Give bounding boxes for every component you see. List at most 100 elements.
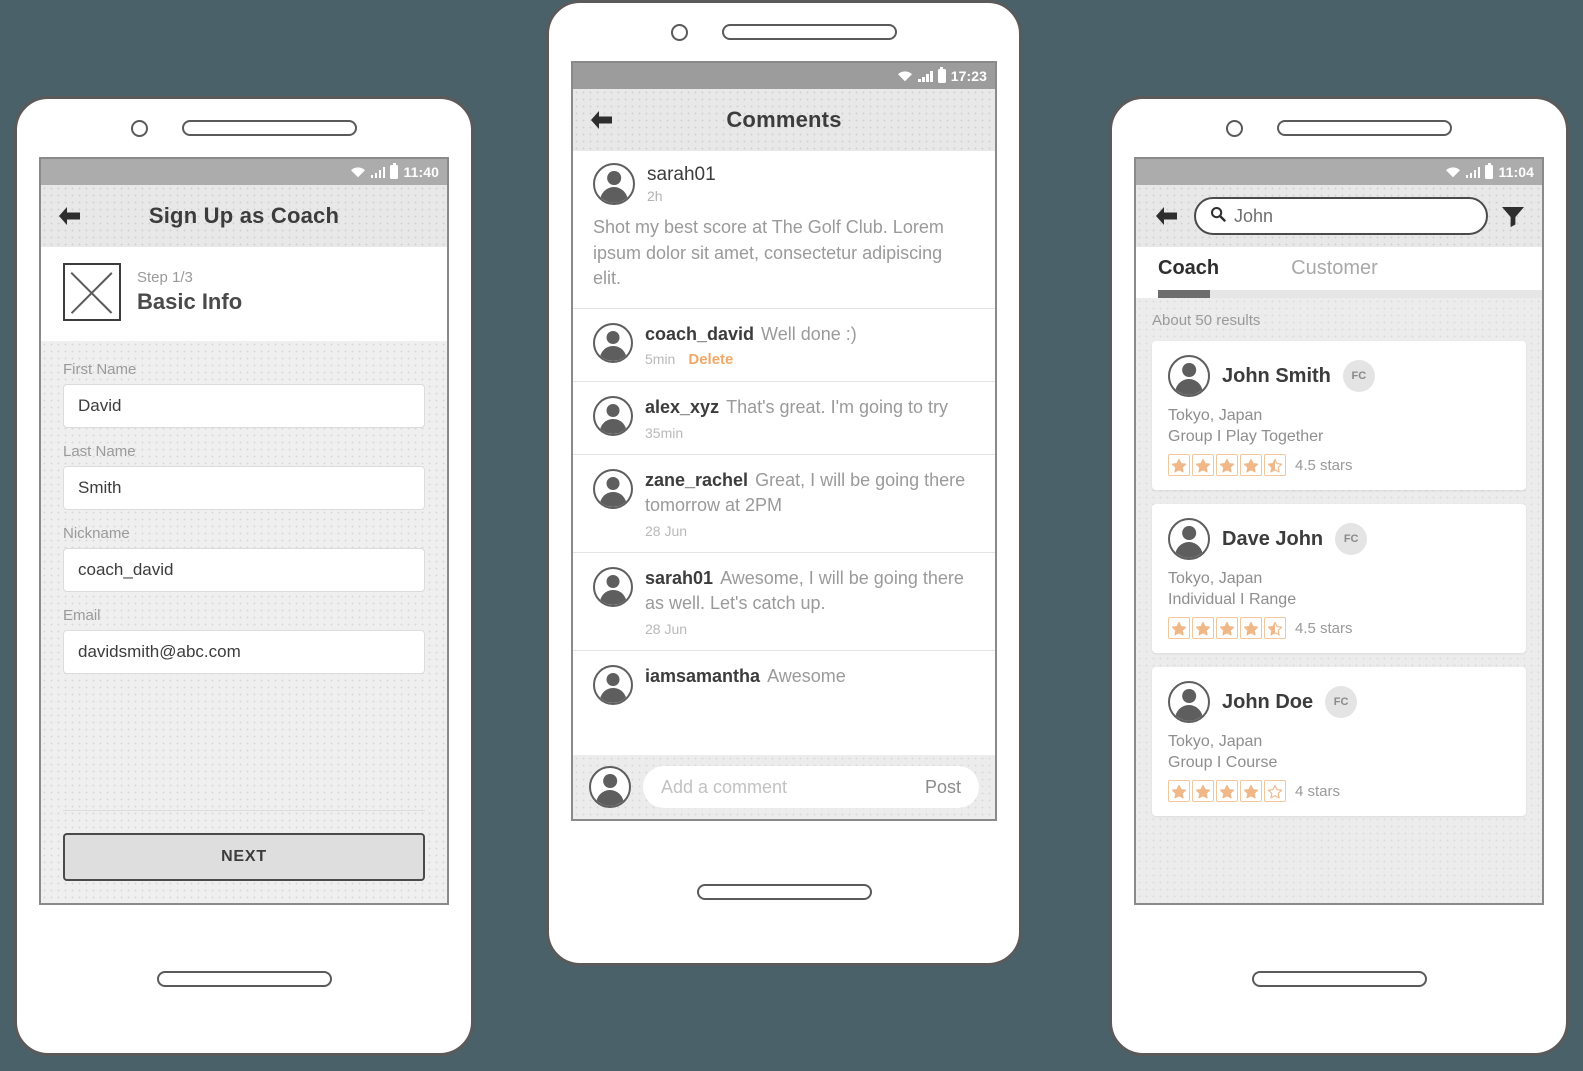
signal-bars-icon [918, 70, 933, 82]
avatar-icon [593, 664, 633, 705]
speaker-slot [182, 120, 357, 136]
avatar-icon [593, 566, 633, 607]
back-arrow-icon[interactable] [1152, 203, 1182, 229]
phone-signup: 11:40 Sign Up as Coach Step 1/3 Basic In… [14, 96, 474, 1056]
email-input[interactable] [63, 630, 425, 674]
camera-icon [131, 119, 148, 137]
delete-link[interactable]: Delete [688, 351, 733, 368]
comment-username[interactable]: alex_xyz [645, 397, 719, 417]
comment-username[interactable]: zane_rachel [645, 470, 748, 490]
star-icon[interactable] [1192, 454, 1214, 476]
comments-list[interactable]: sarah01 2h Shot my best score at The Gol… [573, 151, 995, 819]
step-header: Step 1/3 Basic Info [41, 247, 447, 341]
star-icon[interactable] [1192, 617, 1214, 639]
back-arrow-icon[interactable] [55, 203, 85, 229]
search-bar[interactable] [1194, 197, 1488, 235]
tabs-row: Coach Customer [1158, 257, 1520, 290]
result-detail: Group I Play Together [1168, 428, 1324, 445]
status-bar: 17:23 [573, 63, 995, 89]
comment-username[interactable]: sarah01 [645, 568, 713, 588]
result-rating: 4 stars [1168, 780, 1510, 802]
page-title: Comments [726, 107, 842, 132]
comment-row[interactable]: coach_david Well done :) 5min Delete [573, 307, 995, 382]
last-name-input[interactable] [63, 466, 425, 510]
comment-row[interactable]: zane_rachel Great, I will be going there … [573, 453, 995, 552]
comment-username[interactable]: coach_david [645, 324, 754, 344]
comment-username[interactable]: iamsamantha [645, 666, 760, 686]
first-name-input[interactable] [63, 384, 425, 428]
results-count: About 50 results [1152, 312, 1261, 329]
nickname-input[interactable] [63, 548, 425, 592]
result-card[interactable]: Dave John FC Tokyo, Japan Individual I R… [1152, 504, 1526, 653]
search-input[interactable] [1234, 205, 1472, 227]
star-rating[interactable] [1168, 780, 1286, 802]
comment-row[interactable]: sarah01 Awesome, I will be going there as… [573, 551, 995, 650]
appbar-comments: Comments [573, 89, 995, 151]
star-icon[interactable] [1216, 780, 1238, 802]
tab-scroll-track[interactable] [1158, 290, 1542, 298]
wifi-icon [897, 70, 913, 82]
comment-meta: 28 Jun [645, 621, 975, 637]
comment-body: iamsamantha Awesome [645, 664, 975, 705]
avatar-icon [1168, 518, 1210, 560]
avatar-icon [593, 468, 633, 509]
result-location: Tokyo, Japan [1168, 570, 1263, 587]
star-icon[interactable] [1264, 617, 1286, 639]
tab-coach[interactable]: Coach [1158, 257, 1219, 290]
comment-timestamp: 5min [645, 351, 676, 368]
star-icon[interactable] [1216, 617, 1238, 639]
step-title: Basic Info [137, 289, 243, 314]
camera-icon [671, 23, 688, 41]
avatar-icon [593, 322, 633, 363]
star-icon[interactable] [1240, 780, 1262, 802]
post-username[interactable]: sarah01 [647, 164, 716, 186]
result-rating: 4.5 stars [1168, 454, 1510, 476]
home-indicator[interactable] [696, 884, 872, 900]
phone-top-bezel [1112, 99, 1566, 157]
rating-text: 4.5 stars [1295, 456, 1353, 474]
phone-bottom-bezel [17, 905, 471, 1053]
star-icon[interactable] [1216, 454, 1238, 476]
status-time: 17:23 [950, 68, 987, 84]
post-body: Shot my best score at The Golf Club. Lor… [593, 217, 944, 289]
comment-text: Awesome [767, 665, 846, 686]
search-results-list[interactable]: About 50 results John Smith FC Tokyo, Ja… [1136, 298, 1542, 903]
comment-body: sarah01 Awesome, I will be going there as… [645, 566, 975, 637]
back-arrow-icon[interactable] [587, 107, 617, 133]
comment-row[interactable]: alex_xyz That's great. I'm going to try 3… [573, 381, 995, 454]
star-icon[interactable] [1264, 454, 1286, 476]
wifi-icon [1445, 166, 1461, 178]
result-card[interactable]: John Smith FC Tokyo, Japan Group I Play … [1152, 341, 1526, 490]
result-rating: 4.5 stars [1168, 617, 1510, 639]
star-icon[interactable] [1192, 780, 1214, 802]
star-icon[interactable] [1168, 780, 1190, 802]
avatar-icon [593, 396, 633, 437]
post-button[interactable]: Post [915, 777, 961, 798]
tab-customer[interactable]: Customer [1291, 257, 1378, 290]
comment-text-line: iamsamantha Awesome [645, 664, 975, 690]
star-icon[interactable] [1168, 454, 1190, 476]
star-icon[interactable] [1240, 454, 1262, 476]
comment-meta: 28 Jun [645, 523, 975, 539]
star-icon[interactable] [1240, 617, 1262, 639]
battery-icon [390, 163, 399, 179]
field-last-name: Last Name [63, 443, 425, 510]
home-indicator[interactable] [156, 971, 332, 987]
signal-bars-icon [370, 166, 386, 178]
tab-scroll-thumb[interactable] [1158, 290, 1210, 298]
screen-comments: 17:23 Comments sarah01 2h Shot my best s… [571, 61, 997, 821]
camera-icon [1226, 119, 1243, 137]
phone-top-bezel [17, 99, 471, 157]
result-card[interactable]: John Doe FC Tokyo, Japan Group I Course … [1152, 667, 1526, 816]
add-comment-input[interactable] [661, 776, 915, 798]
comment-row[interactable]: iamsamantha Awesome [573, 649, 995, 718]
home-indicator[interactable] [1251, 971, 1427, 987]
star-icon[interactable] [1264, 780, 1286, 802]
filter-funnel-icon[interactable] [1500, 204, 1526, 228]
signal-bars-icon [1465, 166, 1481, 178]
next-button[interactable]: NEXT [63, 833, 425, 881]
star-rating[interactable] [1168, 454, 1286, 476]
speaker-slot [722, 24, 897, 40]
star-icon[interactable] [1168, 617, 1190, 639]
star-rating[interactable] [1168, 617, 1286, 639]
